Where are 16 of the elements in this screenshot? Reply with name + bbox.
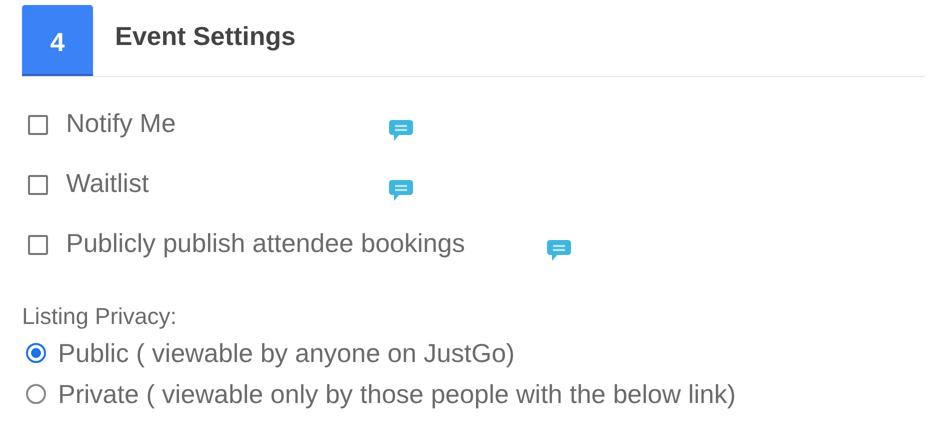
- checkbox[interactable]: [28, 235, 48, 255]
- step-number: 4: [22, 5, 93, 76]
- radio-label: Public ( viewable by anyone on JustGo): [58, 338, 515, 368]
- radio-button[interactable]: [26, 343, 46, 363]
- speech-bubble-icon[interactable]: [546, 239, 572, 263]
- section-title: Event Settings: [115, 21, 296, 52]
- checkbox[interactable]: [28, 115, 48, 135]
- checkbox[interactable]: [28, 175, 48, 195]
- radio-button[interactable]: [26, 384, 46, 404]
- field-label: Listing Privacy:: [22, 303, 178, 330]
- checkbox-label: Notify Me: [66, 107, 177, 139]
- checkbox-label: Publicly publish attendee bookings: [66, 227, 466, 259]
- radio-label: Private ( viewable only by those people with the below link): [58, 379, 736, 409]
- checkbox-label: Waitlist: [66, 167, 150, 199]
- speech-bubble-icon[interactable]: [388, 119, 414, 143]
- speech-bubble-icon[interactable]: [388, 179, 414, 203]
